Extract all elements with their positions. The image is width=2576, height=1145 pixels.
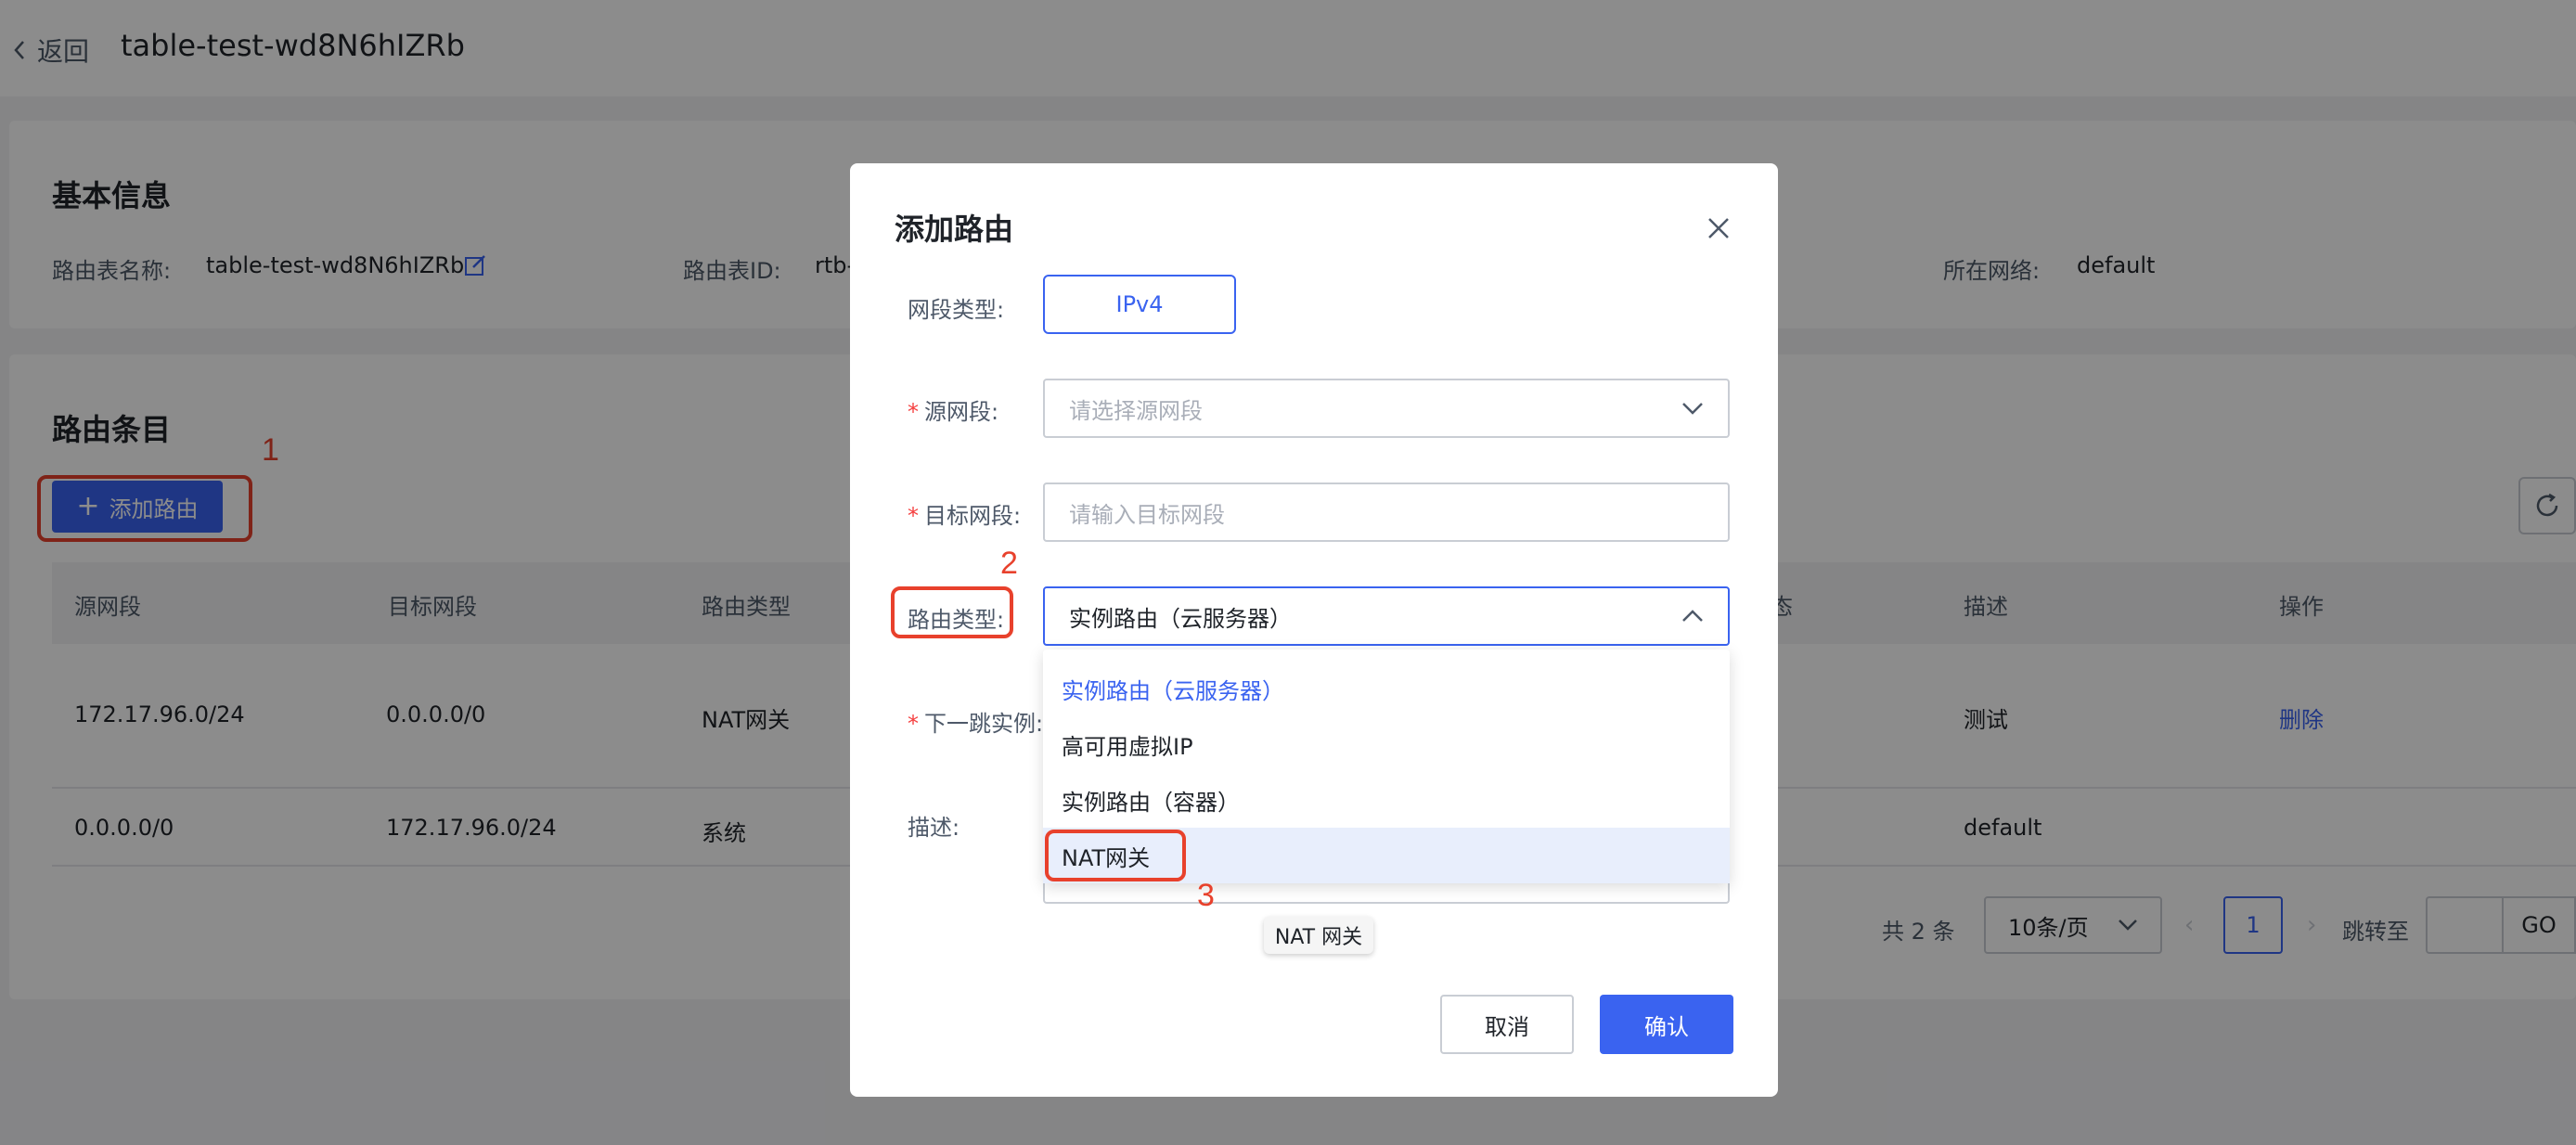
annotation-box-3 [1045, 830, 1186, 881]
route-type-select[interactable]: 实例路由（云服务器） [1043, 586, 1730, 646]
tooltip: NAT 网关 [1264, 917, 1373, 954]
annotation-number-2: 2 [1000, 546, 1018, 581]
segment-type-label: 网段类型: [908, 297, 1005, 323]
ipv4-option-button[interactable]: IPv4 [1043, 275, 1236, 334]
source-select[interactable]: 请选择源网段 [1043, 379, 1730, 438]
required-mark: * [908, 711, 919, 737]
confirm-button[interactable]: 确认 [1600, 995, 1733, 1054]
annotation-box-2 [891, 586, 1013, 638]
target-label: * 目标网段: [908, 503, 1022, 529]
description-label: 描述: [908, 815, 960, 841]
target-placeholder: 请输入目标网段 [1069, 501, 1225, 528]
source-label: * 源网段: [908, 399, 999, 425]
route-type-value: 实例路由（云服务器） [1069, 605, 1292, 632]
annotation-number-3: 3 [1197, 878, 1215, 913]
dropdown-option[interactable]: 实例路由（容器） [1043, 772, 1730, 828]
required-mark: * [908, 503, 919, 529]
chevron-down-icon [1682, 403, 1703, 415]
target-input[interactable]: 请输入目标网段 [1043, 482, 1730, 542]
next-hop-label: * 下一跳实例: [908, 711, 1044, 737]
close-icon[interactable] [1702, 212, 1735, 245]
cancel-button[interactable]: 取消 [1440, 995, 1574, 1054]
chevron-up-icon [1682, 610, 1703, 622]
dropdown-option[interactable]: 实例路由（云服务器） [1043, 661, 1730, 716]
dropdown-option[interactable]: 高可用虚拟IP [1043, 716, 1730, 772]
source-placeholder: 请选择源网段 [1069, 397, 1203, 424]
required-mark: * [908, 399, 919, 425]
dialog-title: 添加路由 [895, 212, 1014, 247]
